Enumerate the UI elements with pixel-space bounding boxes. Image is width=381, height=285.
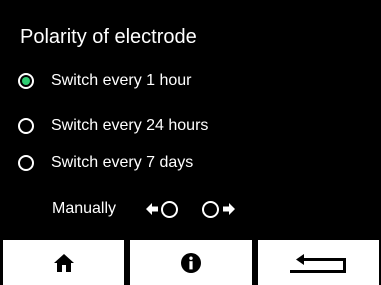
bottom-nav-bar [3,240,379,285]
home-icon [53,253,74,272]
arrow-left-icon [146,203,159,215]
radio-selected-icon[interactable] [18,73,34,89]
option-switch-7-days[interactable]: Switch every 7 days [18,152,193,174]
option-label: Switch every 7 days [51,154,194,171]
manual-switch-row: Manually [52,198,236,220]
home-button[interactable] [3,240,125,285]
option-label: Switch every 24 hours [51,117,209,134]
manual-label: Manually [52,200,117,217]
option-switch-24-hours[interactable]: Switch every 24 hours [18,115,208,137]
radio-icon[interactable] [161,200,179,218]
return-arrow-icon [290,253,347,273]
back-button[interactable] [257,240,379,285]
manual-right-button[interactable] [202,200,236,218]
manual-left-button[interactable] [146,200,179,218]
arrow-right-icon [223,203,236,215]
radio-icon[interactable] [18,155,34,171]
radio-icon[interactable] [202,200,220,218]
radio-icon[interactable] [18,118,34,134]
page-title: Polarity of electrode [20,26,197,48]
info-button[interactable] [130,240,252,285]
option-switch-1-hour[interactable]: Switch every 1 hour [18,70,192,92]
info-icon [180,252,201,273]
option-label: Switch every 1 hour [51,72,192,89]
